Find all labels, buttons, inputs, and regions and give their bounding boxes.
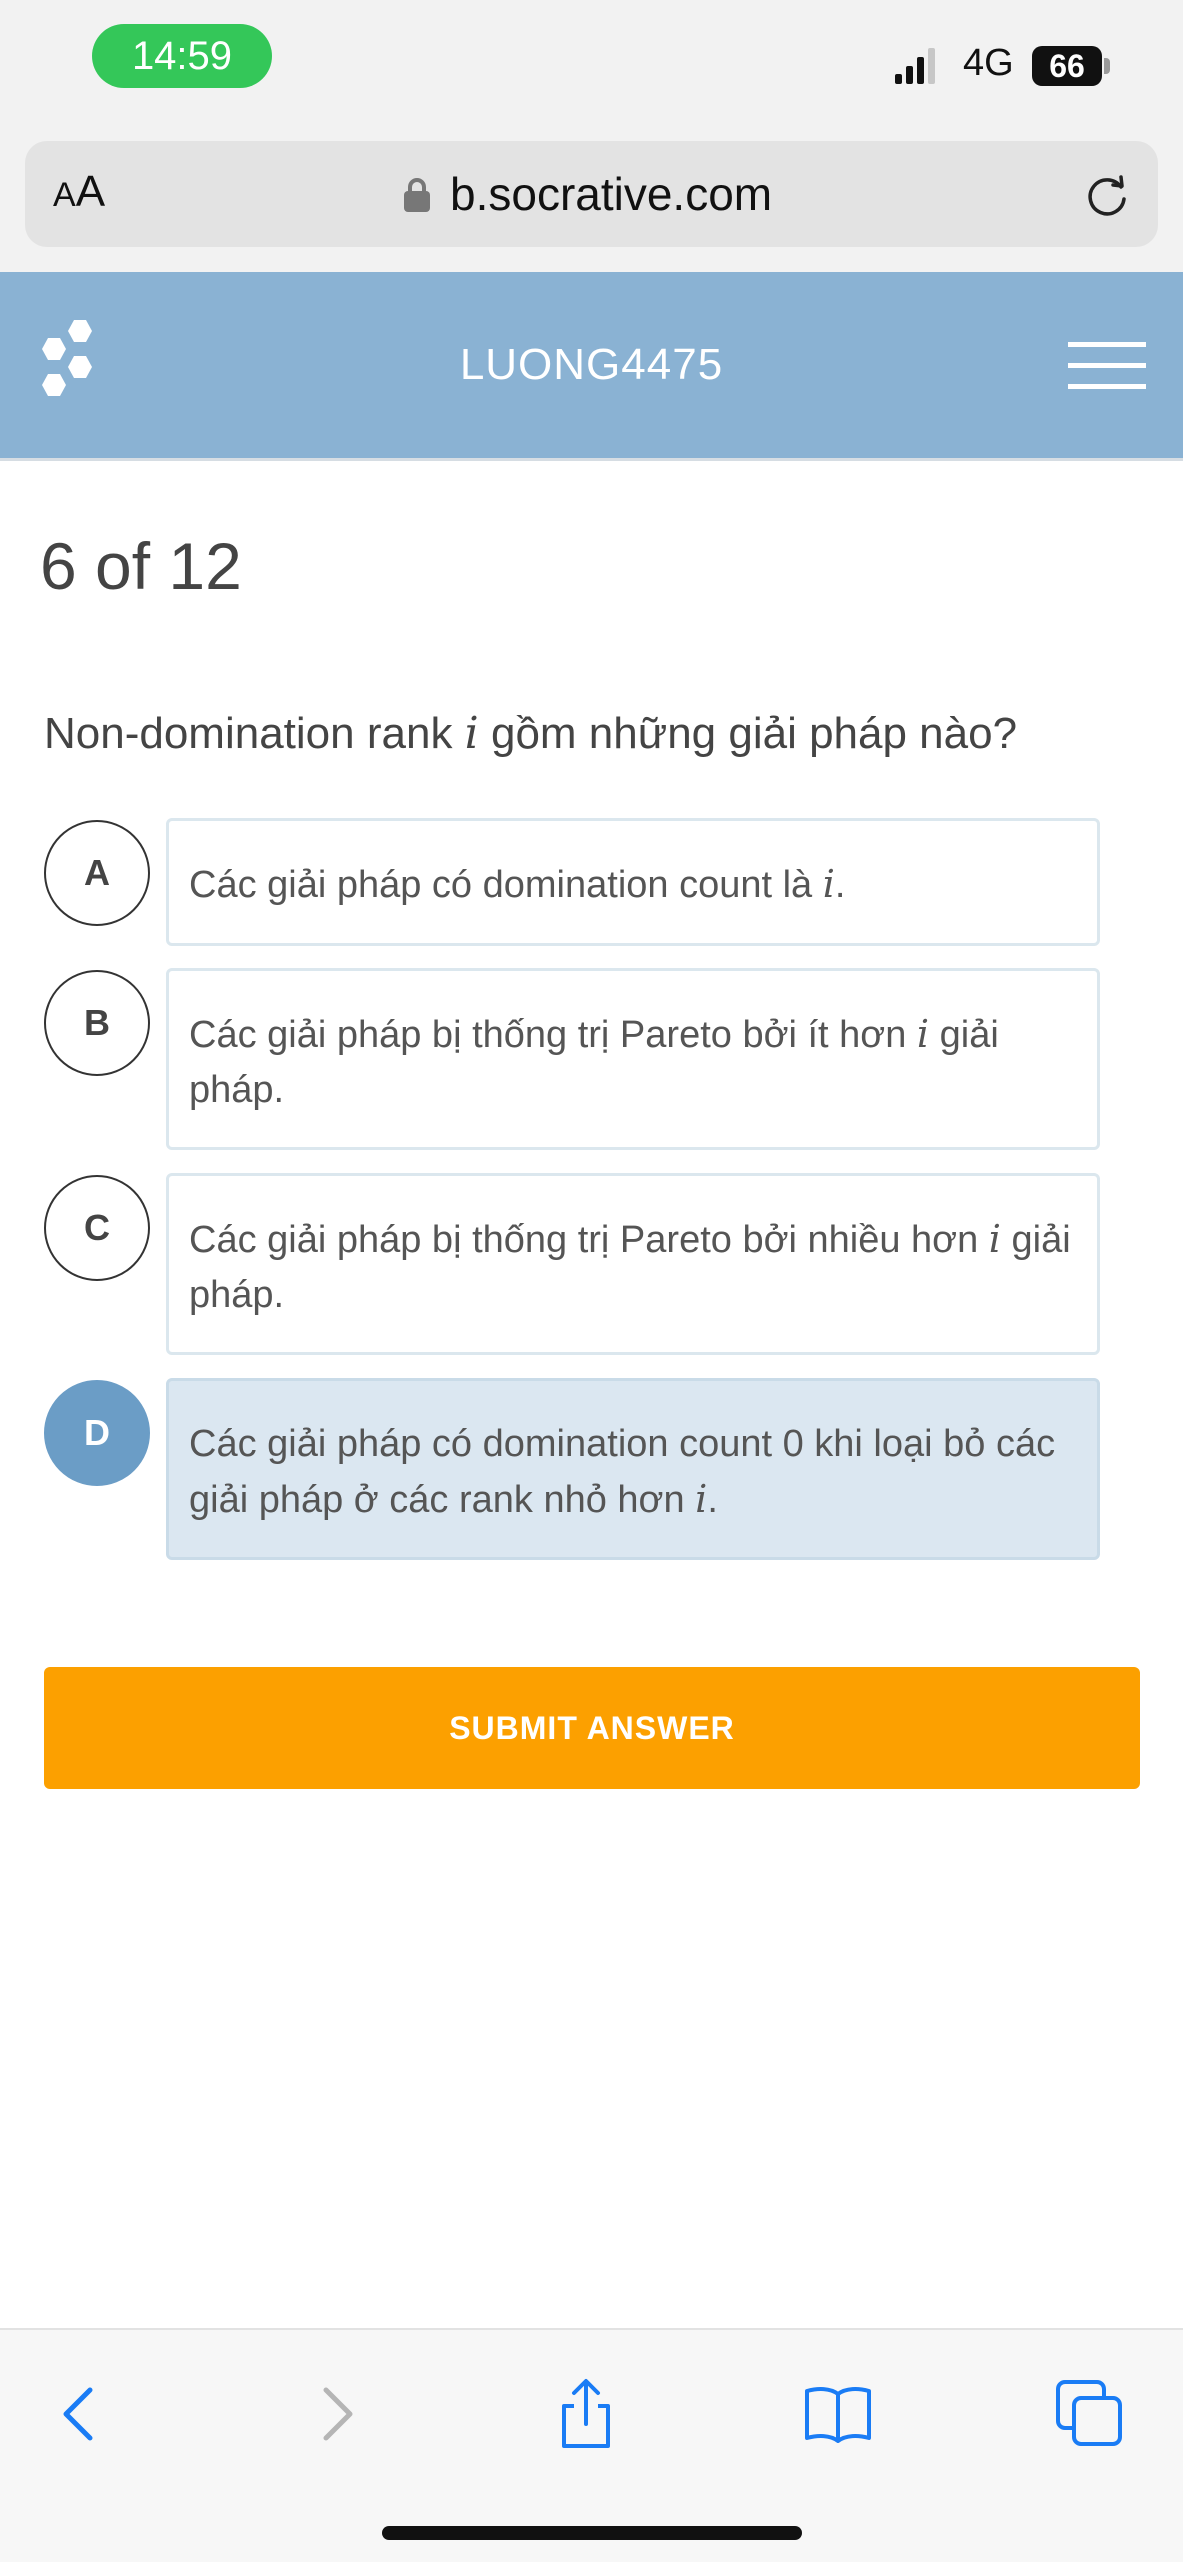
question-text: Non-domination rank i gồm những giải phá…	[44, 708, 1018, 759]
option-c[interactable]: Các giải pháp bị thống trị Pareto bởi nh…	[166, 1173, 1100, 1355]
bookmarks-icon[interactable]	[802, 2378, 874, 2450]
address-bar[interactable]: AA b.socrative.com	[25, 141, 1158, 247]
browser-toolbar	[0, 2328, 1183, 2562]
room-name: LUONG4475	[459, 340, 724, 389]
option-d-letter[interactable]: D	[44, 1380, 150, 1486]
tabs-icon[interactable]	[1054, 2378, 1126, 2450]
browser-address-area: AA b.socrative.com	[0, 130, 1183, 272]
option-b-letter[interactable]: B	[44, 970, 150, 1076]
option-b[interactable]: Các giải pháp bị thống trị Pareto bởi ít…	[166, 968, 1100, 1150]
reload-icon[interactable]	[1083, 171, 1131, 219]
battery-icon: 66	[1032, 46, 1102, 86]
status-bar: 14:59 4G 66	[0, 0, 1183, 130]
option-a-letter[interactable]: A	[44, 820, 150, 926]
home-indicator	[382, 2526, 802, 2540]
option-a[interactable]: Các giải pháp có domination count là i.	[166, 818, 1100, 946]
status-time: 14:59	[92, 24, 272, 88]
back-arrow-icon[interactable]	[44, 2378, 116, 2450]
option-d[interactable]: Các giải pháp có domination count 0 khi …	[166, 1378, 1100, 1560]
text-size-button[interactable]: AA	[53, 167, 105, 217]
battery-nub	[1104, 58, 1110, 74]
signal-icon	[895, 48, 935, 84]
app-header: LUONG4475	[0, 272, 1183, 461]
url-text[interactable]: b.socrative.com	[450, 167, 772, 221]
network-label: 4G	[963, 42, 1014, 84]
forward-arrow-icon[interactable]	[300, 2378, 372, 2450]
share-icon[interactable]	[550, 2378, 622, 2450]
option-c-letter[interactable]: C	[44, 1175, 150, 1281]
lock-icon	[404, 178, 430, 212]
question-progress: 6 of 12	[40, 529, 242, 603]
submit-answer-button[interactable]: SUBMIT ANSWER	[44, 1667, 1140, 1789]
hamburger-menu-icon[interactable]	[1068, 342, 1146, 390]
